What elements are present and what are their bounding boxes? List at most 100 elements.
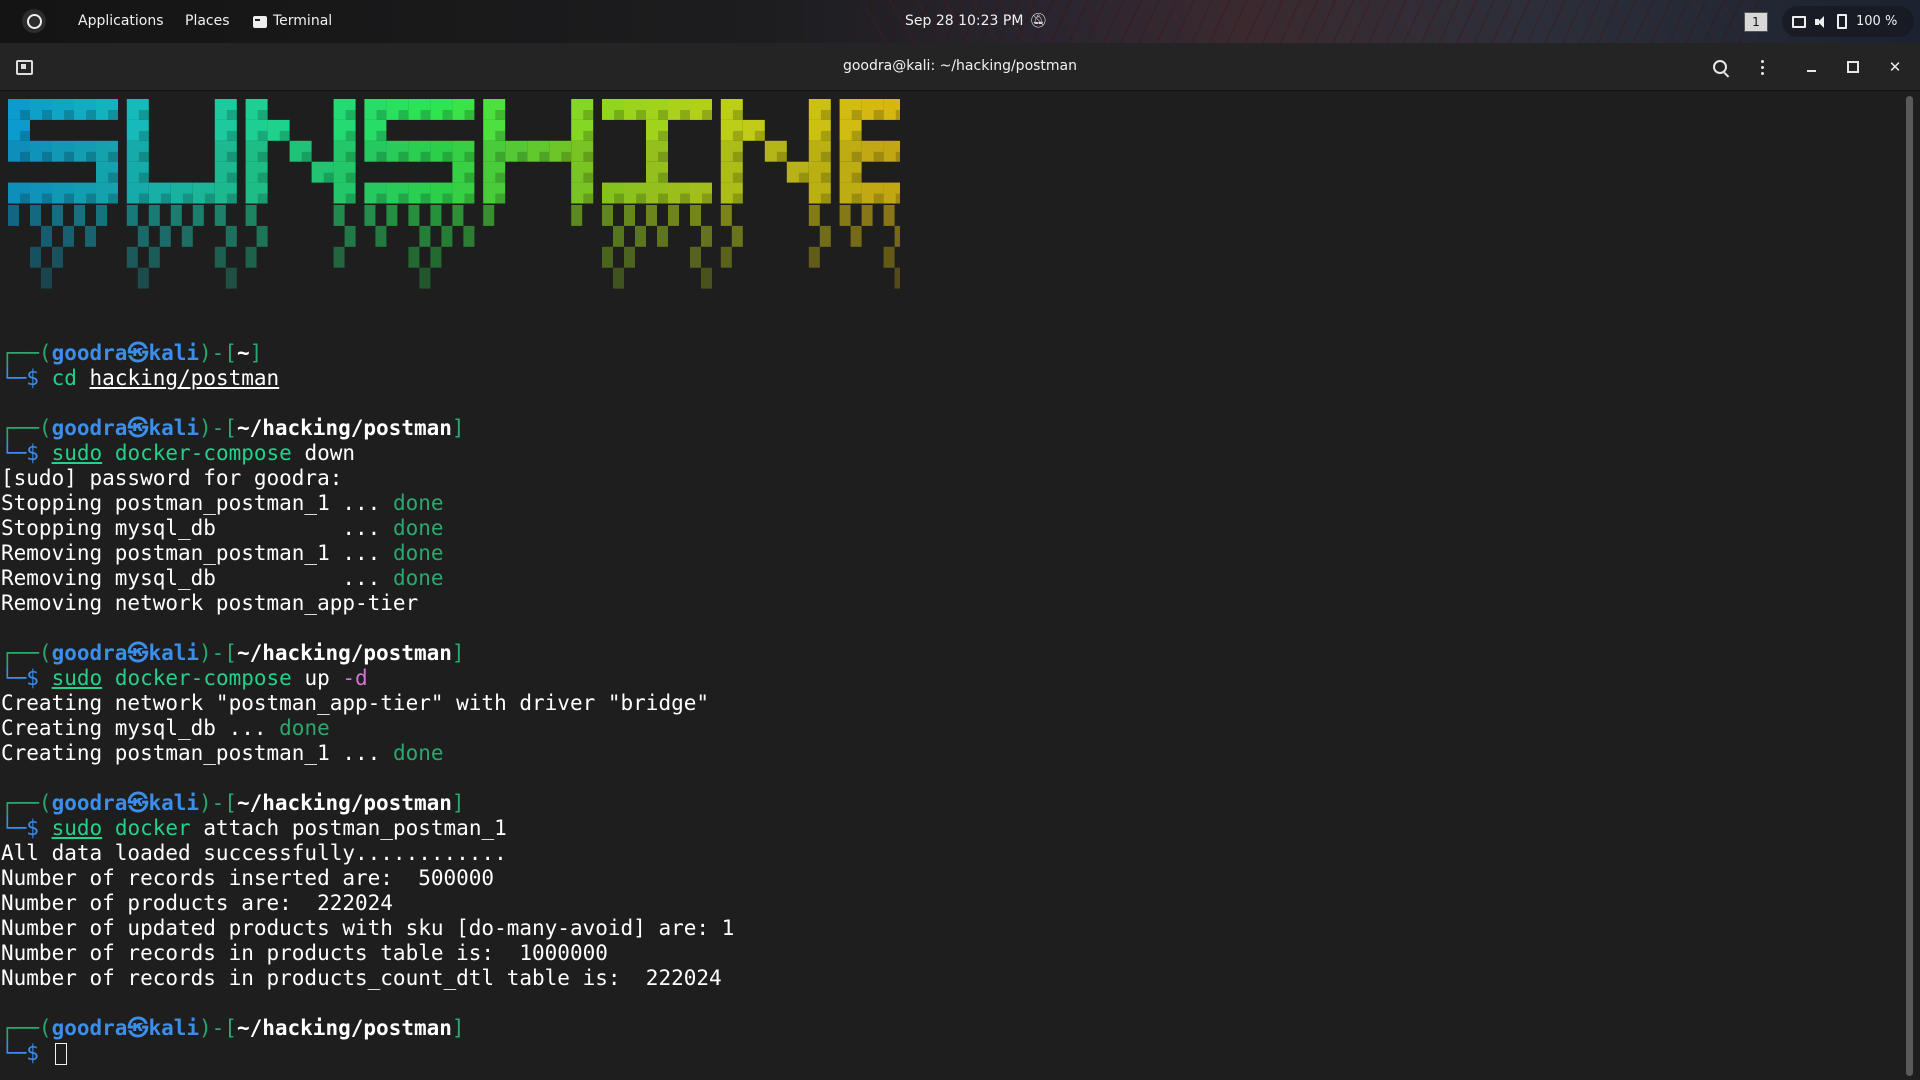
- command-line: └─$ sudo docker-compose down: [1, 441, 734, 466]
- banner-shade: [323, 172, 334, 183]
- output-text: All data loaded successfully............: [1, 841, 507, 865]
- banner-drip: [635, 225, 646, 247]
- prompt-line: ┌──(goodra㉿kali)-[~/hacking/postman]: [1, 641, 734, 666]
- banner-drip: [441, 225, 453, 247]
- output-line: Creating postman_postman_1 ... done: [1, 741, 734, 766]
- output-line: All data loaded successfully............: [1, 841, 734, 866]
- prompt-line: ┌──(goodra㉿kali)-[~]: [1, 341, 734, 366]
- banner-shade: [345, 130, 356, 141]
- prompt-at-symbol: ㉿: [127, 791, 149, 815]
- output-text: Number of updated products with sku [do-…: [1, 916, 735, 940]
- banner-shade: [895, 110, 900, 120]
- banner-shade: [583, 193, 594, 204]
- banner-shade: [583, 130, 594, 141]
- banner-drip: [808, 205, 820, 226]
- banner-shade: [732, 110, 743, 120]
- banner-shade: [226, 193, 237, 204]
- banner-shade: [464, 193, 475, 204]
- banner-shade: [776, 151, 787, 162]
- output-text: Stopping mysql_db ...: [1, 516, 393, 540]
- banner-drip: [690, 246, 701, 268]
- status-done: done: [392, 566, 444, 590]
- search-button[interactable]: [1706, 53, 1734, 81]
- menu-icon: [1760, 59, 1764, 75]
- minimize-button[interactable]: [1797, 53, 1825, 81]
- banner-shade: [680, 193, 690, 204]
- command-token: up: [291, 666, 343, 690]
- banner-drip: [850, 225, 862, 247]
- command-token: docker-compose: [114, 666, 292, 690]
- banner-shade: [464, 110, 475, 120]
- activities-icon[interactable]: [22, 9, 46, 33]
- command-token: -d: [342, 666, 368, 690]
- banner-shade: [873, 151, 884, 162]
- banner-drip: [52, 246, 63, 268]
- banner-shade: [680, 110, 690, 120]
- terminal-output[interactable]: ┌──(goodra㉿kali)-[~] └─$ cd hacking/postm…: [1, 341, 734, 1066]
- scrollbar[interactable]: [1906, 96, 1913, 1076]
- prompt-bracket: ┌──(: [1, 641, 52, 665]
- banner-shade: [345, 172, 356, 183]
- clock[interactable]: Sep 28 10:23 PM 🔕︎: [905, 0, 1047, 43]
- prompt-directory: ~/hacking/postman: [236, 1016, 452, 1040]
- banner-shade: [257, 110, 268, 120]
- output-text: [sudo] password for goodra:: [1, 466, 343, 490]
- command-token: sudo: [51, 816, 103, 840]
- banner-shade: [279, 130, 290, 141]
- banner-shade: [204, 193, 215, 204]
- banner-shade: [658, 193, 668, 204]
- menu-button[interactable]: [1748, 53, 1776, 81]
- close-button[interactable]: ✕: [1881, 53, 1909, 81]
- banner-shade: [614, 193, 624, 204]
- prompt-line: ┌──(goodra㉿kali)-[~/hacking/postman]: [1, 791, 734, 816]
- banner-shade: [226, 110, 237, 120]
- prompt-line: ┌──(goodra㉿kali)-[~/hacking/postman]: [1, 416, 734, 441]
- workspace-indicator[interactable]: 1: [1744, 12, 1768, 32]
- banner-shade: [20, 193, 30, 204]
- prompt-user: goodra: [51, 791, 128, 815]
- banner-drip: [8, 205, 19, 226]
- command-token: [77, 366, 90, 390]
- prompt-bracket: )-[: [199, 416, 237, 440]
- maximize-button[interactable]: [1839, 53, 1867, 81]
- close-icon: ✕: [1888, 58, 1902, 76]
- prompt-bracket: ┌──(: [1, 341, 52, 365]
- scrollbar-thumb[interactable]: [1906, 96, 1913, 1076]
- command-token: [102, 666, 115, 690]
- system-menu[interactable]: 100 %: [1782, 6, 1914, 37]
- banner-shade: [495, 110, 506, 120]
- output-line: Stopping mysql_db ... done: [1, 516, 734, 541]
- output-text: Creating network "postman_app-tier" with…: [1, 691, 710, 715]
- banner-drip: [30, 246, 41, 268]
- battery-percent: 100 %: [1856, 14, 1898, 29]
- places-menu[interactable]: Places: [185, 0, 230, 43]
- status-done: done: [392, 516, 444, 540]
- output-text: Stopping postman_postman_1 ...: [1, 491, 393, 515]
- banner-shade: [257, 193, 268, 204]
- top-panel: Applications Places Terminal Sep 28 10:2…: [0, 0, 1920, 43]
- terminal-app-menu[interactable]: Terminal: [253, 0, 332, 43]
- status-done: done: [392, 491, 444, 515]
- banner-shade: [798, 172, 809, 183]
- prompt-user: goodra: [51, 641, 128, 665]
- banner-shade: [20, 151, 30, 162]
- maximize-icon: [1847, 61, 1859, 73]
- banner-shade: [851, 130, 862, 141]
- banner-shade: [495, 151, 506, 162]
- banner-shade: [86, 110, 96, 120]
- applications-menu[interactable]: Applications: [78, 0, 164, 43]
- window-titlebar[interactable]: goodra@kali: ~/hacking/postman ✕: [0, 43, 1920, 91]
- minimize-icon: [1806, 70, 1816, 72]
- command-token: [102, 441, 115, 465]
- banner-drip: [126, 246, 138, 268]
- prompt-line: ┌──(goodra㉿kali)-[~/hacking/postman]: [1, 1016, 734, 1041]
- banner-shade: [108, 110, 118, 120]
- banner-drip: [883, 205, 895, 226]
- banner-shade: [658, 110, 668, 120]
- banner-drip: [408, 205, 420, 226]
- search-icon: [1713, 60, 1727, 74]
- command-token: down: [291, 441, 356, 465]
- banner-drip: [364, 205, 376, 226]
